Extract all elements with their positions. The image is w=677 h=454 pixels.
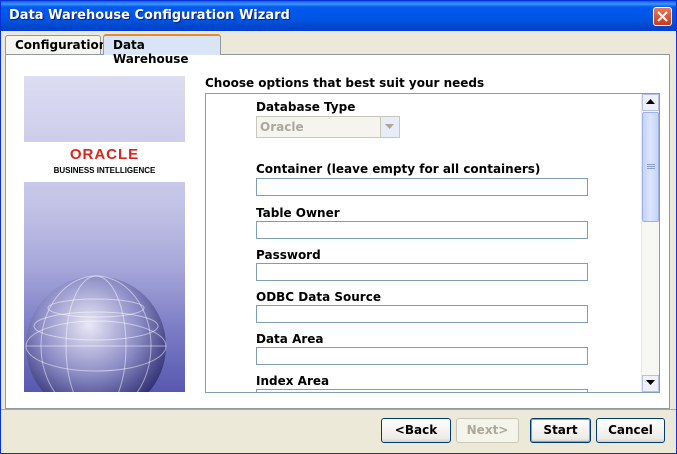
vertical-scrollbar[interactable] (641, 94, 659, 392)
container-label: Container (leave empty for all container… (256, 162, 541, 176)
data-area-label: Data Area (256, 332, 324, 346)
next-button[interactable]: Next> (456, 418, 519, 443)
tab-data-warehouse-label: Data Warehouse (113, 38, 189, 66)
arrow-up-icon (646, 99, 655, 104)
tab-panel: ORACLE BUSINESS INTELLIGENCE Choose opti… (5, 54, 670, 409)
arrow-down-icon (646, 380, 655, 385)
odbc-data-source-label: ODBC Data Source (256, 290, 381, 304)
options-scroll-pane[interactable]: Database Type Oracle Container (leave em… (205, 93, 660, 393)
index-area-label: Index Area (256, 374, 330, 388)
tab-configuration[interactable]: Configuration (5, 35, 107, 54)
wizard-window: Data Warehouse Configuration Wizard Conf… (0, 0, 677, 454)
password-label: Password (256, 248, 321, 262)
tab-data-warehouse[interactable]: Data Warehouse (103, 34, 221, 66)
data-area-input[interactable] (256, 347, 588, 365)
odbc-data-source-input[interactable] (256, 305, 588, 323)
scroll-grip (647, 166, 655, 167)
database-type-select[interactable]: Oracle (256, 116, 400, 138)
database-type-value: Oracle (260, 120, 304, 134)
password-input[interactable] (256, 263, 588, 281)
oracle-banner-image: ORACLE BUSINESS INTELLIGENCE (24, 76, 185, 392)
scroll-down-button[interactable] (642, 375, 659, 392)
start-button[interactable]: Start (530, 418, 591, 443)
title-bar[interactable]: Data Warehouse Configuration Wizard (1, 1, 676, 31)
database-type-label: Database Type (256, 100, 356, 114)
scroll-grip (647, 168, 655, 169)
table-owner-label: Table Owner (256, 206, 340, 220)
close-button[interactable] (653, 7, 672, 26)
footer-separator (1, 409, 676, 410)
window-title: Data Warehouse Configuration Wizard (9, 8, 290, 23)
chevron-down-icon (385, 124, 394, 129)
scroll-thumb[interactable] (642, 112, 659, 222)
close-icon (657, 11, 668, 22)
options-heading: Choose options that best suit your needs (205, 76, 485, 90)
table-owner-input[interactable] (256, 221, 588, 239)
tab-strip: Configuration Data Warehouse (5, 34, 671, 66)
back-button[interactable]: <Back (381, 418, 451, 443)
index-area-input[interactable] (256, 389, 588, 392)
tab-configuration-label: Configuration (15, 38, 108, 52)
cancel-button[interactable]: Cancel (596, 418, 665, 443)
scroll-grip (647, 164, 655, 165)
container-input[interactable] (256, 178, 588, 196)
globe-icon (25, 275, 167, 392)
scroll-up-button[interactable] (642, 94, 659, 111)
database-type-dropdown-button[interactable] (380, 117, 399, 137)
